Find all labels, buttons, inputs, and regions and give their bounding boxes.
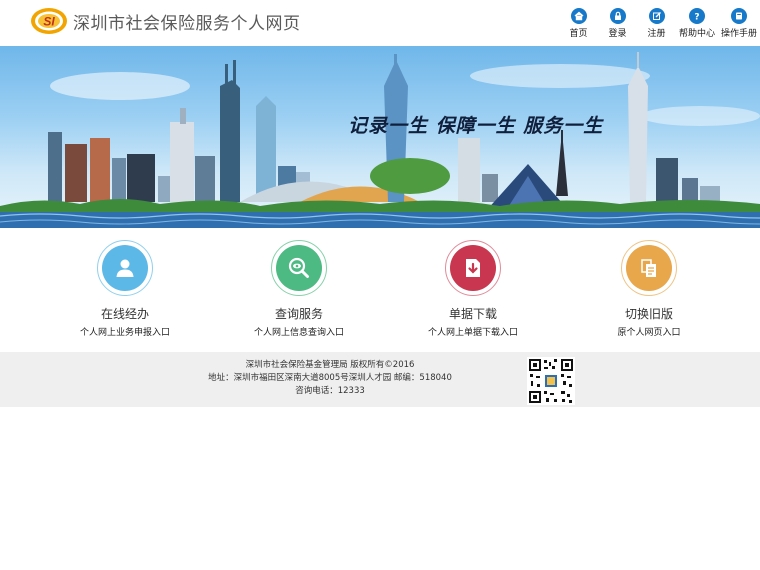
service-icon-ring (445, 240, 501, 296)
footer-info: 深圳市社会保险基金管理局 版权所有©2016 地址：深圳市福田区深南大道8005… (200, 359, 460, 398)
service-title: 查询服务 (274, 307, 323, 321)
service-subtitle: 个人网上单据下载入口 (427, 328, 518, 338)
nav-login-label: 登录 (608, 29, 627, 39)
footer: 深圳市社会保险基金管理局 版权所有©2016 地址：深圳市福田区深南大道8005… (0, 352, 760, 407)
service-subtitle: 个人网上业务申报入口 (79, 328, 170, 338)
service-title: 单据下载 (448, 307, 497, 321)
edit-icon (648, 8, 665, 24)
svg-text:?: ? (694, 13, 699, 22)
help-icon: ? (689, 8, 705, 24)
banner-slogan: 记录一生 保障一生 服务一生 (348, 115, 604, 137)
service-subtitle: 原个人网页入口 (617, 328, 681, 338)
service-subtitle: 个人网上信息查询入口 (253, 328, 344, 338)
service-icon-ring (271, 240, 327, 296)
nav-help-center[interactable]: ? 帮助中心 (676, 8, 718, 42)
service-query[interactable]: 查询服务 个人网上信息查询入口 (224, 240, 374, 338)
service-icon-ring (621, 240, 677, 296)
user-icon (102, 245, 148, 291)
service-entries: 在线经办 个人网上业务申报入口 查询服务 个人网上信息查询入口 单据下载 个人网… (0, 228, 760, 352)
document-switch-icon (626, 245, 672, 291)
svg-text:SI: SI (43, 15, 55, 29)
service-online-handling[interactable]: 在线经办 个人网上业务申报入口 (50, 240, 200, 338)
nav-manual-label: 操作手册 (720, 29, 757, 39)
nav-register-label: 注册 (647, 29, 666, 39)
qr-code (527, 357, 575, 405)
service-title: 在线经办 (100, 307, 149, 321)
top-nav: 首页 登录 注册 ? 帮助中心 操作手册 (559, 8, 760, 42)
si-logo[interactable]: SI (30, 7, 68, 35)
book-icon (731, 8, 747, 24)
footer-phone: 咨询电话：12333 (295, 386, 365, 396)
download-icon (450, 245, 496, 291)
city-skyline-banner: 记录一生 保障一生 服务一生 (0, 46, 760, 228)
nav-manual[interactable]: 操作手册 (718, 8, 760, 42)
service-icon-ring (97, 240, 153, 296)
nav-home[interactable]: 首页 (559, 8, 598, 42)
lock-icon (609, 8, 626, 24)
search-eye-icon (276, 245, 322, 291)
service-document-download[interactable]: 单据下载 个人网上单据下载入口 (398, 240, 548, 338)
home-icon (570, 8, 587, 24)
nav-help-center-label: 帮助中心 (678, 29, 715, 39)
site-title: 深圳市社会保险服务个人网页 (73, 14, 301, 34)
service-switch-old-version[interactable]: 切换旧版 原个人网页入口 (574, 240, 724, 338)
nav-login[interactable]: 登录 (598, 8, 637, 42)
header: SI 深圳市社会保险服务个人网页 首页 登录 注册 ? 帮助中心 操作手册 (0, 0, 760, 46)
nav-home-label: 首页 (569, 29, 588, 39)
footer-address: 地址：深圳市福田区深南大道8005号深圳人才园 邮编：518040 (208, 373, 452, 383)
nav-register[interactable]: 注册 (637, 8, 676, 42)
service-title: 切换旧版 (624, 307, 673, 321)
footer-copyright: 深圳市社会保险基金管理局 版权所有©2016 (245, 360, 415, 370)
